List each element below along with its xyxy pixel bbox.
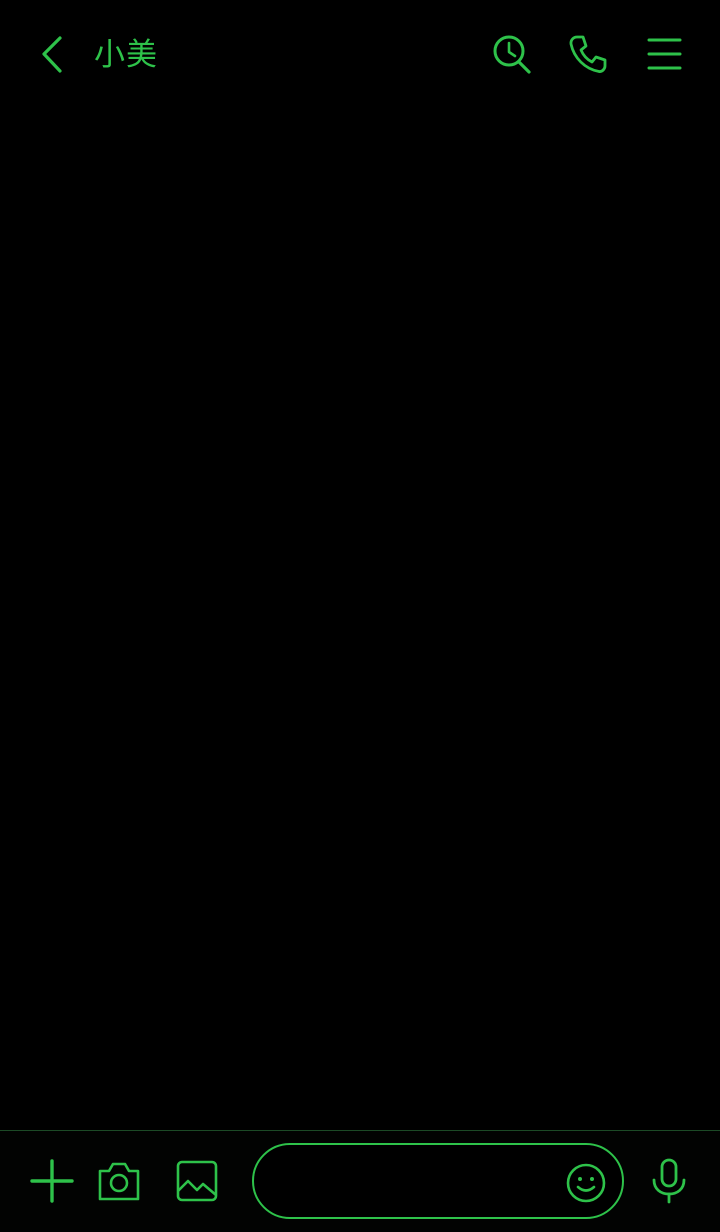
- microphone-icon: [652, 1158, 686, 1204]
- emoji-button[interactable]: [562, 1159, 610, 1207]
- camera-button[interactable]: [95, 1157, 143, 1205]
- hamburger-menu-icon: [647, 38, 682, 70]
- message-input-container[interactable]: [252, 1143, 624, 1219]
- menu-button[interactable]: [640, 30, 688, 78]
- call-button[interactable]: [564, 30, 612, 78]
- voice-input-button[interactable]: [645, 1157, 693, 1205]
- input-bar: [0, 1130, 720, 1232]
- phone-icon: [569, 35, 607, 73]
- image-icon: [176, 1160, 218, 1202]
- chat-header: 小美: [0, 0, 720, 108]
- chat-title: 小美: [94, 37, 158, 73]
- message-input[interactable]: [278, 1159, 562, 1205]
- search-history-button[interactable]: [488, 30, 536, 78]
- plus-icon: [30, 1159, 74, 1203]
- chevron-left-icon: [42, 36, 62, 73]
- image-button[interactable]: [172, 1157, 220, 1205]
- message-list[interactable]: [0, 108, 720, 1130]
- more-options-button[interactable]: [28, 1157, 76, 1205]
- back-button[interactable]: [30, 30, 74, 78]
- search-history-icon: [493, 35, 531, 74]
- camera-icon: [98, 1162, 140, 1201]
- emoji-icon: [566, 1163, 606, 1203]
